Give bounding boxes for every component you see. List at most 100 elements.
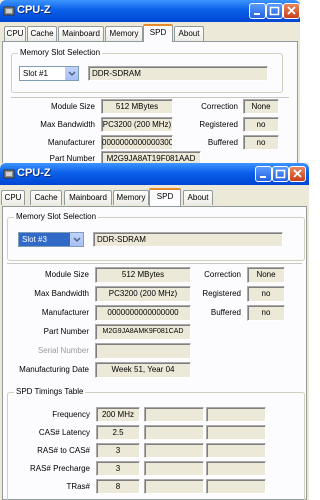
correction-value: None: [243, 99, 279, 114]
close-icon: [293, 169, 302, 178]
chevron-down-icon: [70, 233, 83, 246]
memory-type-field: DDR-SDRAM: [93, 232, 283, 247]
correction-label: Correction: [201, 102, 238, 111]
tab-cache[interactable]: Cache: [27, 26, 57, 41]
cas-latency-label: CAS# Latency: [38, 428, 90, 437]
cpuz-window-front: CPU-Z CPU Cache Mainboard Memory SPD Abo…: [0, 163, 309, 500]
part-number-value: M2G9JA8AMK9F081CAD: [95, 324, 191, 340]
timing-cell: [206, 425, 266, 440]
tab-bar: CPU Cache Mainboard Memory SPD About: [0, 24, 300, 42]
manufacturer-label: Manufacturer: [41, 308, 89, 317]
group-title: Memory Slot Selection: [18, 48, 103, 57]
module-size-label: Module Size: [50, 102, 95, 111]
close-button[interactable]: [289, 166, 306, 182]
tab-cpu[interactable]: CPU: [4, 26, 26, 41]
timing-cell: [144, 425, 204, 440]
group-title: SPD Timings Table: [14, 387, 86, 396]
max-bandwidth-label: Max Bandwidth: [40, 120, 95, 129]
tab-memory[interactable]: Memory: [113, 190, 149, 205]
manufacturer-label: Manufacturer: [47, 138, 95, 147]
chevron-down-icon: [65, 67, 78, 80]
timing-cell: [144, 479, 204, 494]
tab-bar: CPU Cache Mainboard Memory SPD About: [0, 188, 309, 206]
serial-number-value: [95, 343, 191, 359]
maximize-button[interactable]: [266, 3, 283, 19]
part-number-label: Part Number: [49, 154, 95, 163]
ras-to-cas-value: 3: [96, 443, 140, 458]
spd-panel: Memory Slot Selection Slot #1 DDR-SDRAM …: [2, 41, 298, 170]
slot-select-value: Slot #3: [22, 235, 47, 244]
tab-spd[interactable]: SPD: [143, 24, 173, 42]
close-button[interactable]: [283, 3, 300, 19]
serial-number-label: Serial Number: [37, 346, 89, 355]
frequency-value: 200 MHz: [96, 407, 140, 422]
tab-about[interactable]: About: [174, 26, 204, 41]
registered-label: Registered: [199, 120, 238, 129]
memory-slot-group: Memory Slot Selection Slot #3 DDR-SDRAM: [7, 212, 305, 261]
maximize-button[interactable]: [272, 166, 289, 182]
frequency-label: Frequency: [52, 410, 90, 419]
maximize-icon: [269, 6, 280, 16]
manufacturer-value: 0000000000000000: [95, 305, 191, 321]
tab-mainboard[interactable]: Mainboard: [64, 190, 112, 205]
module-size-value: 512 MBytes: [95, 267, 191, 283]
window-title: CPU-Z: [17, 4, 51, 16]
minimize-button[interactable]: [249, 3, 266, 19]
slot-select-value: Slot #1: [23, 69, 48, 78]
minimize-icon: [254, 13, 260, 15]
group-title: Memory Slot Selection: [14, 212, 99, 221]
ras-precharge-label: RAS# Precharge: [29, 464, 90, 473]
manufacturing-date-label: Manufacturing Date: [19, 365, 89, 374]
buffered-label: Buffered: [207, 138, 238, 147]
timing-cell: [206, 479, 266, 494]
spd-panel: Memory Slot Selection Slot #3 DDR-SDRAM …: [2, 206, 307, 500]
max-bandwidth-label: Max Bandwidth: [34, 289, 89, 298]
correction-value: None: [247, 267, 285, 283]
minimize-button[interactable]: [255, 166, 272, 182]
tras-value: 8: [96, 479, 140, 494]
manufacturer-value: 0000000000000300: [101, 135, 173, 150]
ras-precharge-value: 3: [96, 461, 140, 476]
cas-latency-value: 2.5: [96, 425, 140, 440]
tab-mainboard[interactable]: Mainboard: [58, 26, 104, 41]
tab-memory[interactable]: Memory: [105, 26, 143, 41]
max-bandwidth-value: PC3200 (200 MHz): [101, 117, 173, 132]
titlebar-front[interactable]: CPU-Z: [0, 163, 309, 185]
timing-cell: [206, 407, 266, 422]
spd-timings-group: SPD Timings Table Frequency 200 MHz CAS#…: [7, 387, 305, 500]
tab-about[interactable]: About: [183, 190, 213, 205]
minimize-icon: [260, 176, 266, 178]
timing-cell: [206, 443, 266, 458]
titlebar-back[interactable]: CPU-Z: [0, 0, 300, 22]
correction-label: Correction: [204, 270, 241, 279]
cpuz-window-back: CPU-Z CPU Cache Mainboard Memory SPD Abo…: [0, 0, 300, 170]
slot-select[interactable]: Slot #3: [18, 232, 84, 247]
registered-value: no: [243, 117, 279, 132]
divider: [11, 97, 289, 98]
timing-cell: [206, 461, 266, 476]
slot-select[interactable]: Slot #1: [19, 66, 79, 81]
tab-spd[interactable]: SPD: [149, 188, 181, 206]
module-size-value: 512 MBytes: [101, 99, 173, 114]
buffered-value: no: [247, 305, 285, 321]
timing-cell: [144, 407, 204, 422]
tab-cache[interactable]: Cache: [30, 190, 62, 205]
memory-slot-group: Memory Slot Selection Slot #1 DDR-SDRAM: [11, 48, 283, 93]
cpuz-app-icon: [3, 6, 15, 16]
buffered-value: no: [243, 135, 279, 150]
registered-value: no: [247, 286, 285, 302]
timing-cell: [144, 461, 204, 476]
ras-to-cas-label: RAS# to CAS#: [37, 446, 90, 455]
window-title: CPU-Z: [17, 167, 51, 179]
tras-label: TRas#: [66, 482, 90, 491]
buffered-label: Buffered: [210, 308, 241, 317]
module-size-label: Module Size: [44, 270, 89, 279]
cpuz-app-icon: [3, 169, 15, 179]
maximize-icon: [275, 169, 286, 179]
registered-label: Registered: [202, 289, 241, 298]
tab-cpu[interactable]: CPU: [1, 190, 25, 205]
timing-cell: [144, 443, 204, 458]
part-number-label: Part Number: [43, 327, 89, 336]
manufacturing-date-value: Week 51, Year 04: [95, 362, 191, 378]
memory-type-field: DDR-SDRAM: [88, 66, 268, 81]
